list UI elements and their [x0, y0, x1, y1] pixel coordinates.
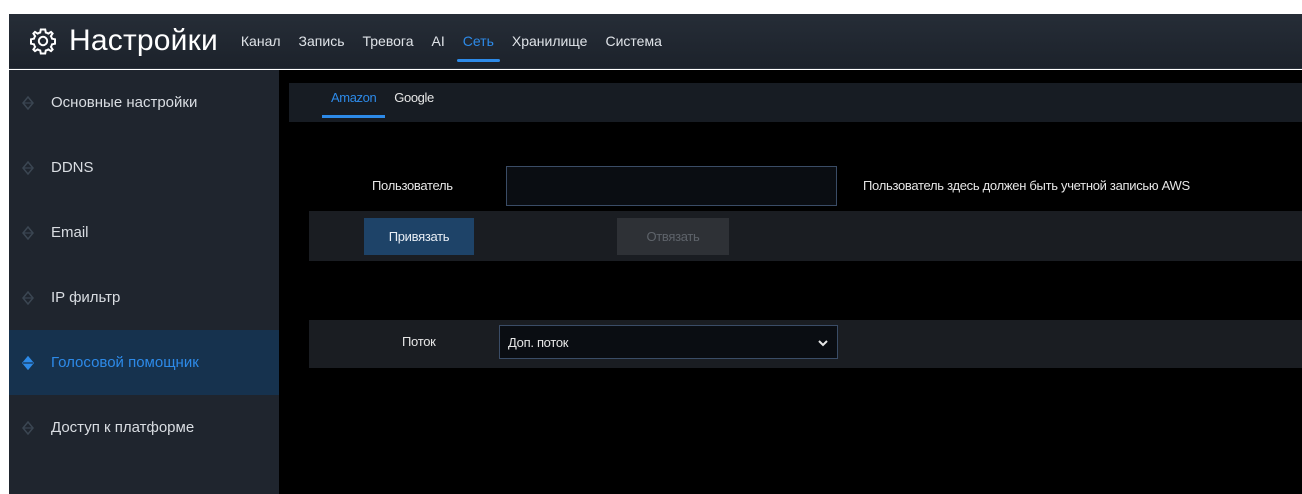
subtab-amazon[interactable]: Amazon — [322, 83, 386, 122]
top-bar: Настройки Канал Запись Тревога AI Сеть Х… — [9, 14, 1302, 69]
sidebar-item-email[interactable]: Email — [9, 200, 279, 265]
diamond-bullet-icon — [22, 355, 34, 370]
sidebar-item-basic[interactable]: Основные настройки — [9, 70, 279, 135]
tab-network[interactable]: Сеть — [454, 14, 503, 69]
sidebar-item-label: Доступ к платформе — [51, 419, 195, 436]
page-title: Настройки — [69, 24, 218, 57]
sidebar-item-ip-filter[interactable]: IP фильтр — [9, 265, 279, 330]
diamond-bullet-icon — [22, 420, 34, 435]
sidebar-item-ddns[interactable]: DDNS — [9, 135, 279, 200]
diamond-bullet-icon — [22, 290, 34, 305]
diamond-bullet-icon — [22, 225, 34, 240]
diamond-bullet-icon — [22, 95, 34, 110]
sidebar-item-label: DDNS — [51, 159, 94, 176]
stream-row: Поток Доп. поток — [309, 320, 1302, 368]
app-brand: Настройки — [29, 24, 218, 58]
chevron-down-icon — [818, 340, 828, 347]
unbind-button[interactable]: Отвязать — [617, 218, 729, 255]
bind-row: Привязать Отвязать — [309, 211, 1302, 261]
sidebar-item-label: Голосовой помощник — [51, 354, 199, 371]
tab-system[interactable]: Система — [596, 14, 670, 69]
tab-alarm[interactable]: Тревога — [353, 14, 422, 69]
sub-tabs: Amazon Google — [289, 83, 1302, 122]
sidebar: Основные настройки DDNS Email IP фильтр … — [9, 70, 279, 494]
main-panel: Amazon Google Пользователь Пользователь … — [279, 70, 1302, 494]
tab-storage[interactable]: Хранилище — [503, 14, 597, 69]
bind-button[interactable]: Привязать — [364, 218, 474, 255]
sidebar-item-label: Email — [51, 224, 89, 241]
tab-ai[interactable]: AI — [422, 14, 453, 69]
stream-select-value: Доп. поток — [508, 335, 569, 350]
tab-channel[interactable]: Канал — [232, 14, 290, 69]
user-row: Пользователь Пользователь здесь должен б… — [279, 165, 1302, 207]
stream-select[interactable]: Доп. поток — [499, 325, 838, 359]
subtab-google[interactable]: Google — [385, 83, 443, 122]
user-hint: Пользователь здесь должен быть учетной з… — [863, 178, 1190, 193]
sidebar-item-voice-assistant[interactable]: Голосовой помощник — [9, 330, 279, 395]
sidebar-item-platform-access[interactable]: Доступ к платформе — [9, 395, 279, 460]
main-tabs: Канал Запись Тревога AI Сеть Хранилище С… — [232, 14, 671, 69]
sidebar-item-label: Основные настройки — [51, 94, 198, 111]
user-input[interactable] — [506, 166, 837, 206]
tab-record[interactable]: Запись — [290, 14, 354, 69]
stream-label: Поток — [402, 334, 436, 349]
diamond-bullet-icon — [22, 160, 34, 175]
gear-icon — [30, 28, 56, 55]
sidebar-item-label: IP фильтр — [51, 289, 121, 306]
user-label: Пользователь — [372, 178, 453, 193]
